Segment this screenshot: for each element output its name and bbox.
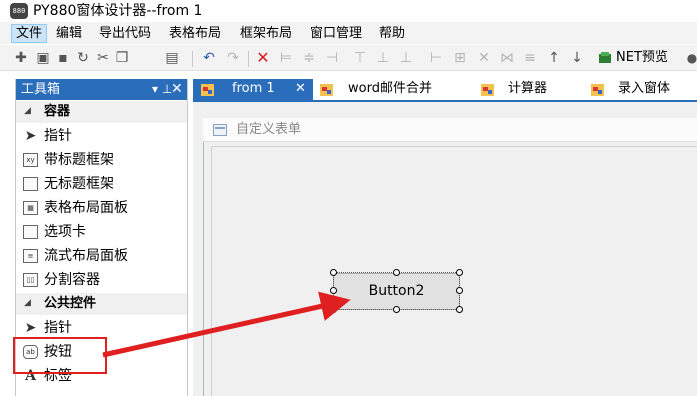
annotation-arrow [102, 291, 351, 358]
